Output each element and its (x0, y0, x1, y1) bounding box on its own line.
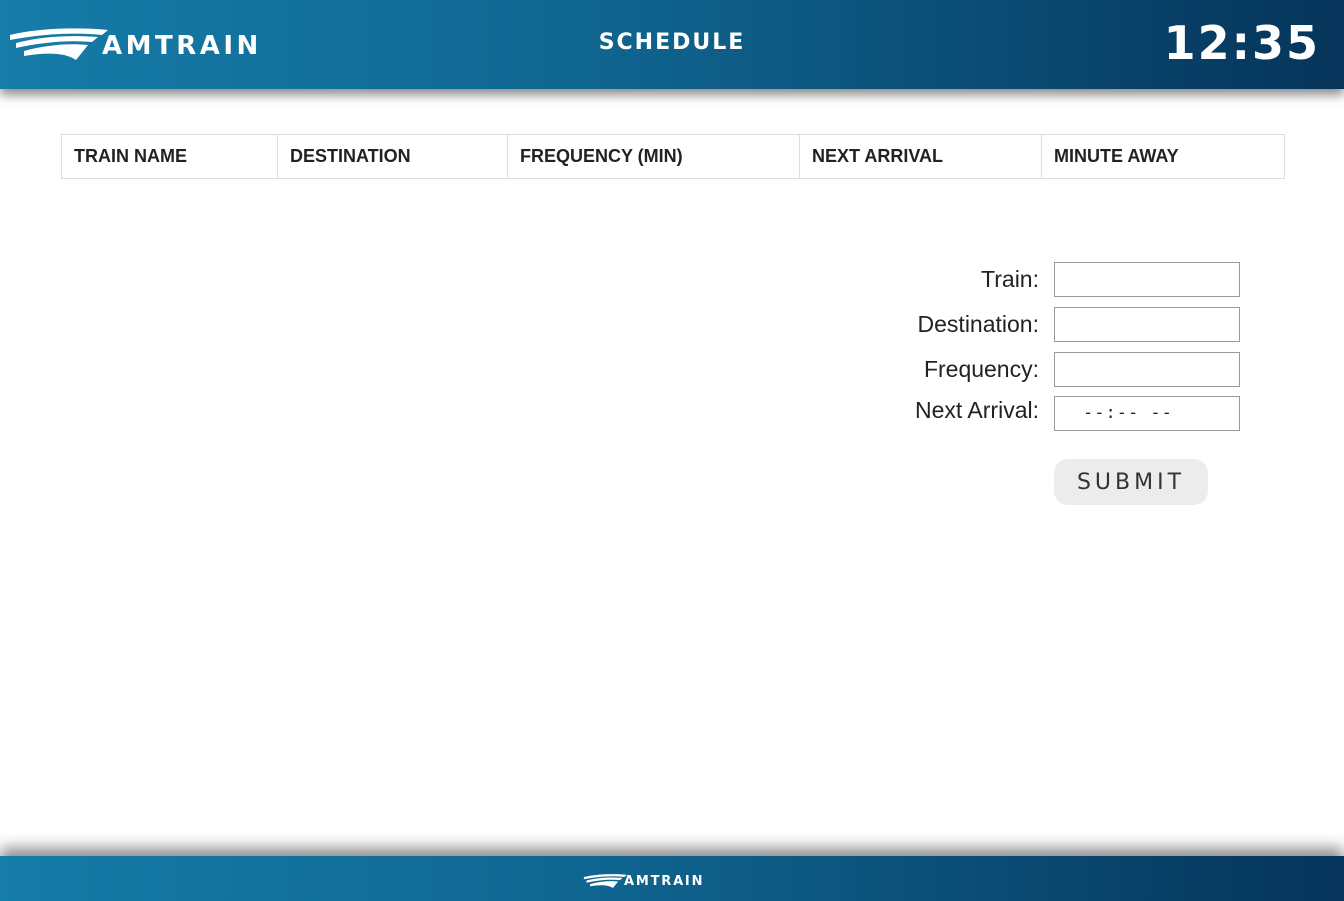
next-arrival-row: Next Arrival: --:-- -- (860, 396, 1260, 433)
column-header-train-name: TRAIN NAME (61, 134, 278, 179)
frequency-label: Frequency: (923, 356, 1039, 382)
next-arrival-time-input[interactable]: --:-- -- (1054, 396, 1240, 431)
footer-swoosh-logo-icon (583, 873, 627, 888)
next-arrival-label: Next Arrival: (915, 397, 1039, 423)
header-bar: AMTRAIN SCHEDULE 12:35 (0, 0, 1344, 89)
column-header-destination: DESTINATION (277, 134, 508, 179)
footer-bar: AMTRAIN (0, 856, 1344, 901)
submit-button[interactable]: SUBMIT (1054, 459, 1208, 505)
destination-label: Destination: (917, 311, 1039, 337)
column-header-frequency: FREQUENCY (MIN) (507, 134, 800, 179)
footer-logo[interactable]: AMTRAIN (583, 872, 704, 889)
footer-logo-text: AMTRAIN (624, 874, 705, 889)
table-header-row: TRAIN NAME DESTINATION FREQUENCY (MIN) N… (61, 134, 1285, 179)
frequency-input[interactable] (1054, 352, 1240, 387)
frequency-row: Frequency: (860, 352, 1260, 389)
train-input[interactable] (1054, 262, 1240, 297)
clock-display: 12:35 (1163, 16, 1320, 70)
train-schedule-table: TRAIN NAME DESTINATION FREQUENCY (MIN) N… (61, 134, 1285, 179)
train-row: Train: (860, 262, 1260, 299)
destination-input[interactable] (1054, 307, 1240, 342)
column-header-minute-away: MINUTE AWAY (1041, 134, 1285, 179)
page-title: SCHEDULE (598, 30, 746, 55)
destination-row: Destination: (860, 307, 1260, 344)
column-header-next-arrival: NEXT ARRIVAL (799, 134, 1042, 179)
train-label: Train: (981, 266, 1039, 292)
